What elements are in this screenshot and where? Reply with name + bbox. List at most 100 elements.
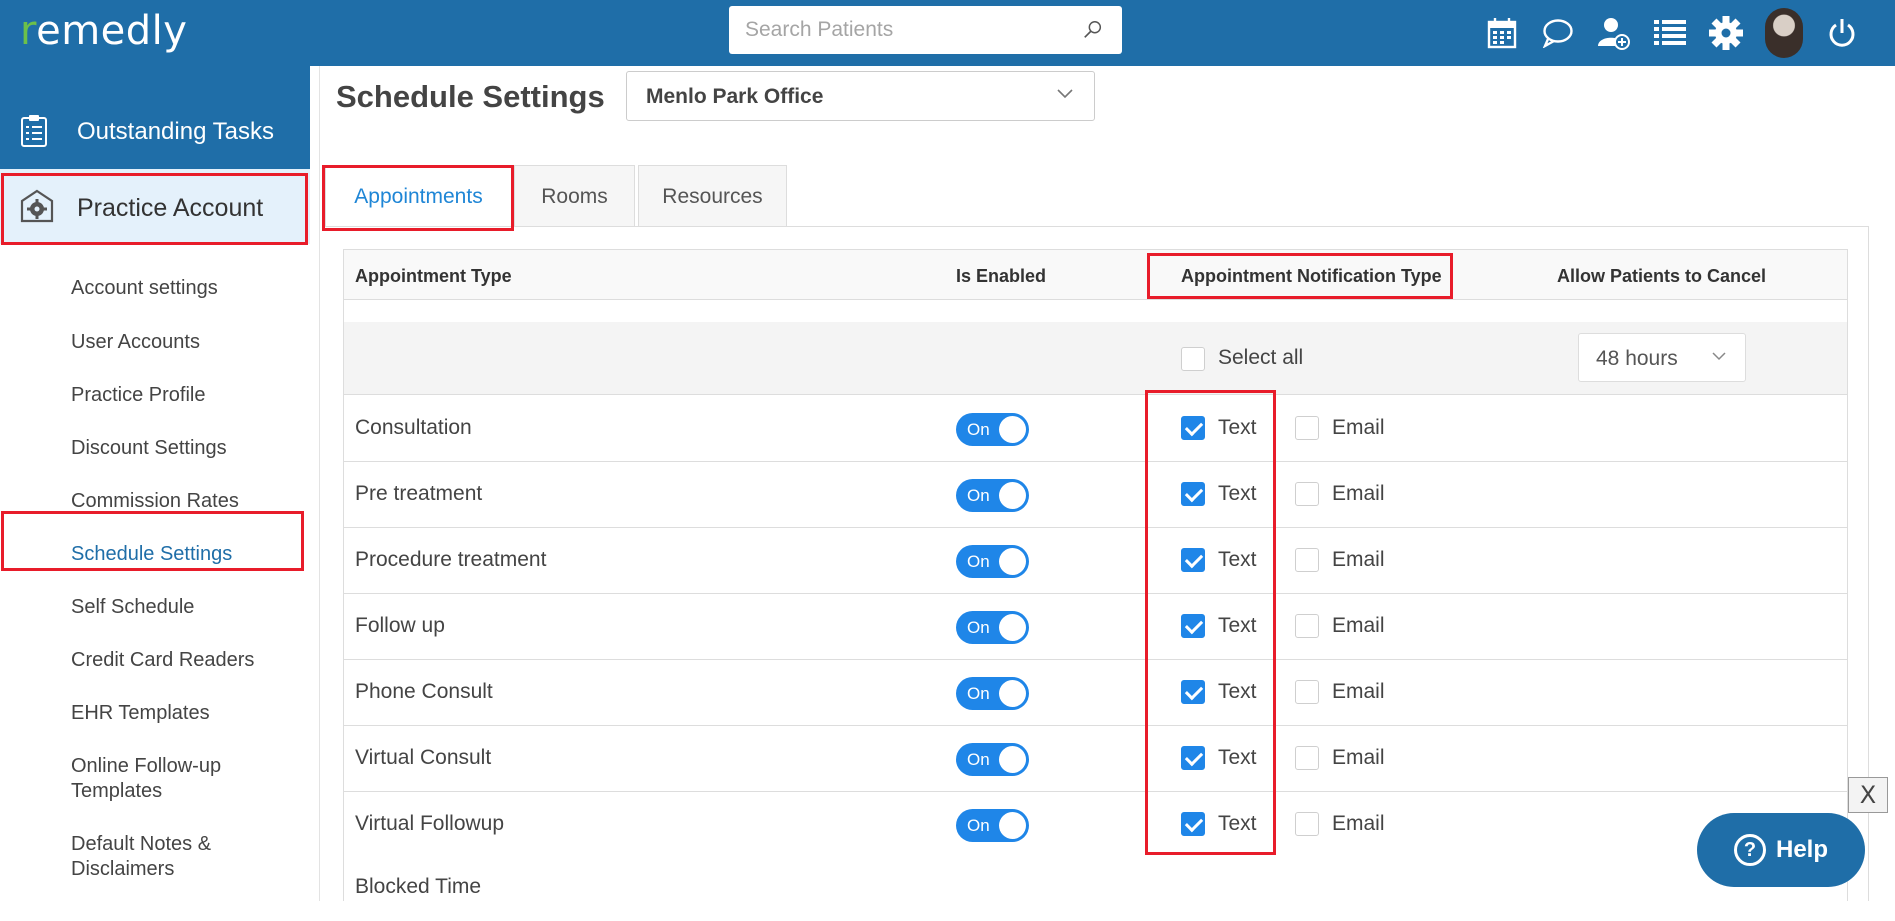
enabled-toggle[interactable]: On: [956, 677, 1029, 710]
table-row: Consultation On Text Email: [344, 396, 1847, 462]
sidebar-item-practice-profile[interactable]: Practice Profile: [71, 383, 206, 408]
toggle-label: On: [967, 684, 990, 703]
toggle-label: On: [967, 420, 990, 439]
email-label: Email: [1332, 746, 1385, 769]
search-box: [729, 6, 1122, 54]
toggle-label: On: [967, 486, 990, 505]
tab-rooms[interactable]: Rooms: [514, 165, 635, 227]
toggle-label: On: [967, 618, 990, 637]
table-row: Virtual Consult On Text Email: [344, 726, 1847, 792]
enabled-toggle[interactable]: On: [956, 413, 1029, 446]
highlight-text-column: [1145, 390, 1276, 855]
highlight-schedule-settings: [1, 511, 304, 571]
enabled-toggle[interactable]: On: [956, 611, 1029, 644]
table-header: Appointment Type Is Enabled Appointment …: [344, 250, 1847, 300]
select-all-checkbox[interactable]: [1181, 347, 1205, 371]
sidebar-item-outstanding-tasks[interactable]: Outstanding Tasks: [0, 66, 310, 169]
toggle-label: On: [967, 816, 990, 835]
select-all-row: Select all 48 hours: [344, 322, 1847, 395]
close-button[interactable]: X: [1848, 777, 1888, 813]
toggle-knob: [999, 680, 1026, 707]
email-notification-checkbox[interactable]: [1295, 614, 1319, 638]
appointment-type-name: Procedure treatment: [355, 548, 547, 571]
appointment-type-name: Phone Consult: [355, 680, 493, 703]
tab-resources[interactable]: Resources: [638, 165, 787, 227]
settings-gear-icon[interactable]: [1709, 16, 1743, 50]
enabled-toggle[interactable]: On: [956, 743, 1029, 776]
top-bar: remedly: [0, 0, 1895, 66]
top-icons: [1485, 8, 1859, 58]
highlight-appointments-tab: [322, 165, 514, 231]
appointment-type-name: Consultation: [355, 416, 472, 439]
table-row: Phone Consult On Text Email: [344, 660, 1847, 726]
enabled-toggle[interactable]: On: [956, 545, 1029, 578]
table-row: Follow up On Text Email: [344, 594, 1847, 660]
email-notification-checkbox[interactable]: [1295, 416, 1319, 440]
sidebar-item-discount-settings[interactable]: Discount Settings: [71, 436, 227, 461]
toggle-knob: [999, 746, 1026, 773]
table-row: Blocked Time: [344, 855, 1847, 921]
appointment-type-name: Blocked Time: [355, 875, 482, 898]
enabled-toggle[interactable]: On: [956, 809, 1029, 842]
email-label: Email: [1332, 614, 1385, 637]
sidebar-item-credit-card-readers[interactable]: Credit Card Readers: [71, 648, 254, 673]
header-appointment-type: Appointment Type: [355, 266, 512, 286]
user-avatar[interactable]: [1765, 8, 1803, 58]
tab-divider: [323, 226, 1869, 227]
sidebar-item-self-schedule[interactable]: Self Schedule: [71, 595, 194, 620]
email-label: Email: [1332, 680, 1385, 703]
header-is-enabled: Is Enabled: [956, 266, 1047, 286]
office-select-value: Menlo Park Office: [646, 85, 824, 108]
toggle-knob: [999, 482, 1026, 509]
sidebar-item-user-accounts[interactable]: User Accounts: [71, 330, 200, 355]
sidebar-item-default-notes-disclaimers[interactable]: Default Notes & Disclaimers: [71, 832, 271, 882]
email-label: Email: [1332, 416, 1385, 439]
email-notification-checkbox[interactable]: [1295, 482, 1319, 506]
toggle-knob: [999, 812, 1026, 839]
email-notification-checkbox[interactable]: [1295, 812, 1319, 836]
help-button[interactable]: ? Help: [1697, 813, 1865, 887]
sidebar-item-online-follow-up-templates[interactable]: Online Follow-up Templates: [71, 754, 291, 804]
calendar-icon[interactable]: [1485, 16, 1519, 50]
appointment-settings-table: Appointment Type Is Enabled Appointment …: [343, 249, 1848, 921]
toggle-knob: [999, 614, 1026, 641]
appointment-type-name: Follow up: [355, 614, 445, 637]
email-notification-checkbox[interactable]: [1295, 746, 1319, 770]
select-all-label: Select all: [1218, 346, 1304, 369]
email-notification-checkbox[interactable]: [1295, 680, 1319, 704]
sidebar-item-account-settings[interactable]: Account settings: [71, 276, 218, 301]
table-row: Pre treatment On Text Email: [344, 462, 1847, 528]
chevron-down-icon: [1712, 352, 1726, 361]
cancel-window-select[interactable]: 48 hours: [1578, 333, 1746, 382]
help-icon: ?: [1733, 834, 1766, 866]
toggle-knob: [999, 416, 1026, 443]
email-notification-checkbox[interactable]: [1295, 548, 1319, 572]
appointment-type-name: Pre treatment: [355, 482, 483, 505]
toggle-knob: [999, 548, 1026, 575]
chevron-down-icon: [1057, 89, 1073, 99]
enabled-toggle[interactable]: On: [956, 479, 1029, 512]
help-label: Help: [1775, 836, 1828, 863]
power-icon[interactable]: [1825, 16, 1859, 50]
page-title: Schedule Settings: [336, 79, 605, 114]
cancel-window-value: 48 hours: [1596, 347, 1678, 370]
office-select[interactable]: Menlo Park Office: [626, 71, 1095, 121]
search-input[interactable]: [745, 18, 1065, 42]
email-label: Email: [1332, 812, 1385, 835]
email-label: Email: [1332, 548, 1385, 571]
toggle-label: On: [967, 750, 990, 769]
highlight-notification-header: [1147, 253, 1453, 299]
highlight-practice-account: [1, 173, 308, 245]
sidebar-item-ehr-templates[interactable]: EHR Templates: [71, 701, 210, 726]
search-icon[interactable]: [1082, 19, 1104, 41]
list-icon[interactable]: [1653, 16, 1687, 50]
add-user-icon[interactable]: [1597, 16, 1631, 50]
table-row: Procedure treatment On Text Email: [344, 528, 1847, 594]
outstanding-tasks-label: Outstanding Tasks: [77, 118, 275, 145]
chat-icon[interactable]: [1541, 16, 1575, 50]
header-allow-cancel: Allow Patients to Cancel: [1557, 266, 1767, 286]
toggle-label: On: [967, 552, 990, 571]
appointment-type-name: Virtual Consult: [355, 746, 492, 769]
remedly-logo[interactable]: remedly: [20, 8, 187, 54]
appointment-type-name: Virtual Followup: [355, 812, 505, 835]
